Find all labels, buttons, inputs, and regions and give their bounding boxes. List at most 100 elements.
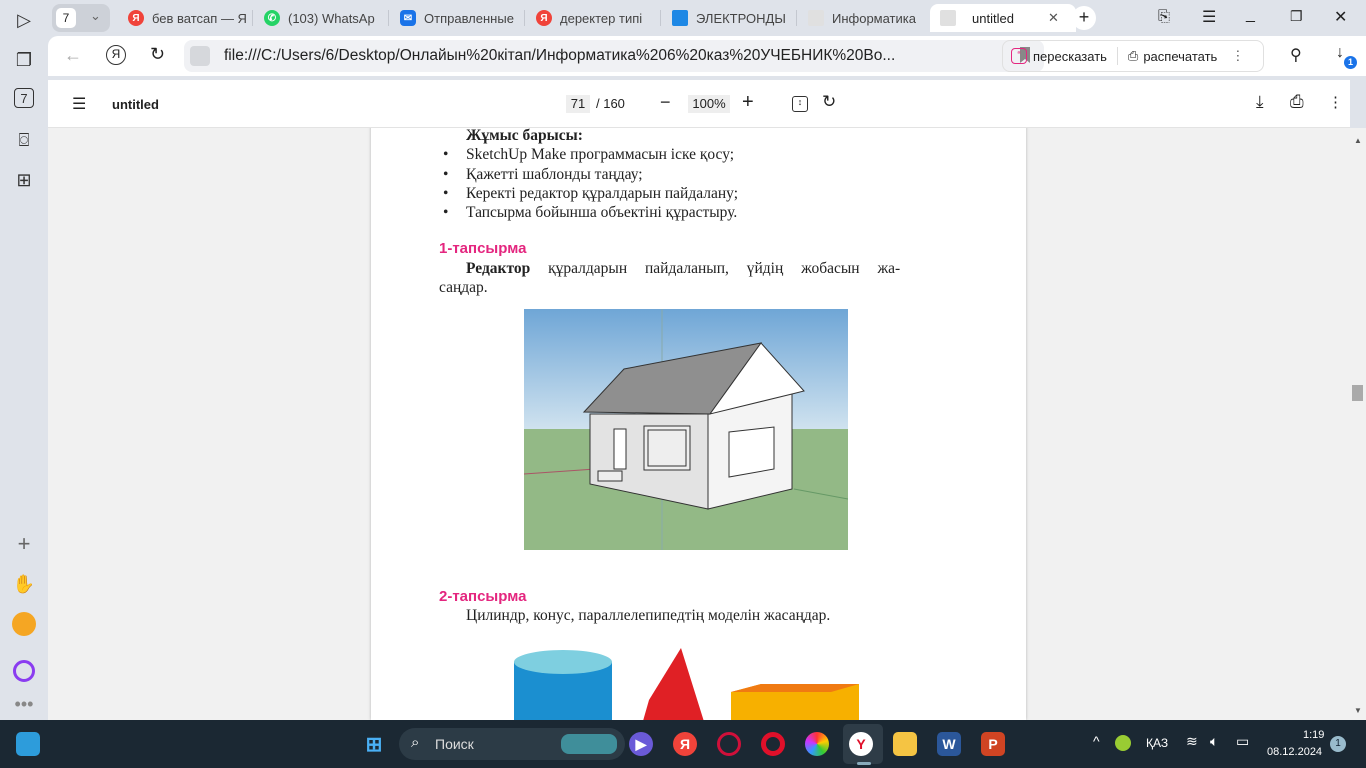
tab-active[interactable]: untitled ✕: [930, 4, 1076, 32]
file-icon: [190, 46, 210, 66]
task-2-text: Цилиндр, конус, параллелепипедтің моделі…: [466, 607, 831, 624]
tab-title: деректер типі: [560, 10, 643, 26]
tab-counter-icon[interactable]: 7: [14, 88, 34, 108]
task-2-title: 2-тапсырма: [439, 588, 527, 605]
tray-app-icon[interactable]: [1115, 735, 1131, 751]
downloads-badge: 1: [1344, 56, 1357, 69]
taskbar: ⊞ ⌕ Поиск ▶ Я Y W P ^ ҚАЗ ≋ 🔈︎ ▭ 1:19 08…: [0, 720, 1366, 768]
yandex-icon[interactable]: Я: [673, 732, 697, 756]
close-tab-icon[interactable]: ✕: [1048, 10, 1059, 26]
tab-strip: 7 ⌄ Ябев ватсап — Я ✆ (103) WhatsAp ✉ Отпр…: [48, 0, 1366, 36]
retell-button[interactable]: пересказать: [1033, 49, 1107, 64]
more-options-icon[interactable]: ⋮: [1328, 93, 1343, 111]
yandex-browser-icon[interactable]: Y: [849, 732, 873, 756]
scrollbar[interactable]: ▲ ▼: [1350, 128, 1366, 720]
clock-date[interactable]: 08.12.2024: [1267, 746, 1322, 758]
powerpoint-icon[interactable]: P: [981, 732, 1005, 756]
file-explorer-icon[interactable]: [893, 732, 917, 756]
list-item: Керекті редактор құралдарын пайдалану;: [466, 185, 739, 202]
browser-sidebar: ▷ ❐ 7 ⌼ ⊞ + ✋ •••: [0, 0, 48, 720]
search-box[interactable]: ⌕ Поиск: [399, 728, 625, 760]
fit-page-icon[interactable]: ↕: [792, 96, 808, 112]
opera-icon[interactable]: [761, 732, 785, 756]
camera-icon[interactable]: ⌼: [12, 128, 36, 152]
url-text: file:///C:/Users/6/Desktop/Онлайын%20кіт…: [224, 47, 896, 64]
opera-gx-icon[interactable]: [717, 732, 741, 756]
alice-icon[interactable]: [13, 660, 35, 682]
page-actions: “ пересказать ⎙ распечатать ⋮: [1002, 40, 1264, 72]
play-icon[interactable]: ▷: [12, 8, 36, 32]
tab[interactable]: Ядеректер типі: [526, 4, 658, 32]
close-window-button[interactable]: ✕: [1334, 7, 1347, 27]
download-icon[interactable]: ↓: [1336, 44, 1344, 62]
language-indicator[interactable]: ҚАЗ: [1146, 736, 1168, 750]
list-item: SketchUp Make программасын іске қосу;: [466, 146, 735, 163]
yandex-icon: Я: [128, 10, 144, 26]
minimize-button[interactable]: _: [1246, 6, 1255, 24]
print-icon: ⎙: [1127, 48, 1139, 63]
pdf-toolbar: ☰ untitled 71 / 160 − 100% + ↕ ↻ ⤓ ⎙ ⋮: [48, 80, 1350, 128]
yandex-home-icon[interactable]: Я: [106, 45, 126, 65]
bookmarks-icon[interactable]: ⎘: [1158, 8, 1170, 25]
tab-title: untitled: [972, 10, 1014, 26]
tab[interactable]: ЭЛЕКТРОНДЫ: [662, 4, 794, 32]
clock-time[interactable]: 1:19: [1303, 729, 1324, 741]
address-bar-row: ← Я ↻ file:///C:/Users/6/Desktop/Онлайын…: [48, 36, 1366, 76]
yandex-icon: Я: [536, 10, 552, 26]
house-model-image: [524, 309, 848, 550]
new-tab-button[interactable]: +: [1072, 6, 1096, 30]
pdf-title: untitled: [112, 97, 159, 112]
shapes-image: [514, 648, 859, 720]
print-pdf-icon[interactable]: ⎙: [1290, 92, 1304, 112]
restore-button[interactable]: ❐: [1290, 8, 1303, 25]
notification-badge[interactable]: 1: [1330, 736, 1346, 752]
retell-icon: “: [1011, 48, 1027, 64]
back-icon[interactable]: ←: [64, 45, 82, 66]
extensions-icon[interactable]: ⚲: [1290, 45, 1302, 65]
hand-icon[interactable]: ✋: [12, 572, 36, 596]
chevron-down-icon: ⌄: [90, 8, 101, 23]
tab[interactable]: ✆ (103) WhatsAp: [254, 4, 386, 32]
task-1-title: 1-тапсырма: [439, 240, 527, 257]
add-icon[interactable]: +: [12, 531, 36, 556]
zoom-input[interactable]: 100%: [688, 95, 730, 113]
page-number-input[interactable]: 71: [566, 95, 590, 113]
print-button[interactable]: распечатать: [1143, 49, 1217, 64]
tab[interactable]: ✉ Отправленные: [390, 4, 522, 32]
list-item: Қажетті шаблонды таңдау;: [466, 166, 643, 183]
url-input[interactable]: file:///C:/Users/6/Desktop/Онлайын%20кіт…: [184, 40, 1044, 72]
scrollbar-thumb[interactable]: [1352, 385, 1363, 401]
zoom-out-button[interactable]: −: [660, 92, 671, 113]
widgets-icon[interactable]: [16, 732, 40, 756]
battery-icon[interactable]: ▭: [1236, 733, 1249, 750]
rotate-icon[interactable]: ↻: [822, 92, 836, 112]
zoom-in-button[interactable]: +: [742, 91, 754, 114]
tab[interactable]: Ябев ватсап — Я: [118, 4, 250, 32]
apps-grid-icon[interactable]: ⊞: [12, 168, 36, 192]
tab-title: бев ватсап — Я: [152, 10, 247, 26]
start-icon[interactable]: ⊞: [362, 732, 386, 756]
wifi-icon[interactable]: ≋: [1186, 733, 1198, 750]
tab-title: Информатика: [832, 10, 916, 26]
reload-icon[interactable]: ↻: [150, 44, 165, 65]
word-icon[interactable]: W: [937, 732, 961, 756]
download-pdf-icon[interactable]: ⤓: [1256, 92, 1264, 112]
mail-app-icon[interactable]: [12, 612, 36, 636]
meet-icon[interactable]: ▶: [629, 732, 653, 756]
tab-group[interactable]: 7 ⌄: [52, 4, 110, 32]
pdf-file-icon: [808, 10, 824, 26]
collections-icon[interactable]: ❐: [12, 48, 36, 72]
pdf-page: Жұмыс барысы: • SketchUp Make программасы…: [371, 128, 1026, 720]
tab[interactable]: Информатика: [798, 4, 928, 32]
browser-icon[interactable]: [805, 732, 829, 756]
whatsapp-icon: ✆: [264, 10, 280, 26]
more-icon[interactable]: ⋮: [1231, 48, 1244, 64]
more-icon[interactable]: •••: [12, 692, 36, 716]
pdf-file-icon: [940, 10, 956, 26]
volume-icon[interactable]: 🔈︎: [1210, 733, 1218, 750]
search-placeholder: Поиск: [435, 736, 474, 752]
menu-icon[interactable]: ☰: [1202, 7, 1216, 27]
hamburger-menu-icon[interactable]: ☰: [72, 94, 86, 114]
tab-title: ЭЛЕКТРОНДЫ: [696, 10, 786, 26]
chevron-up-icon[interactable]: ^: [1093, 733, 1100, 749]
